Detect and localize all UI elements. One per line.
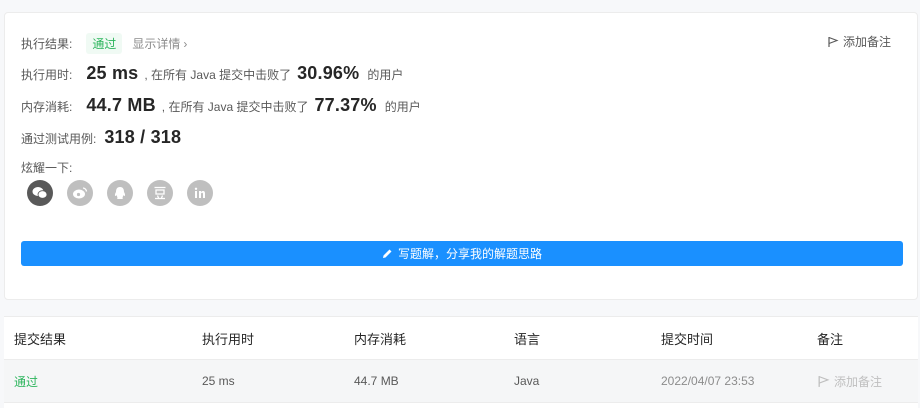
weibo-icon[interactable]	[67, 180, 93, 206]
add-note-label: 添加备注	[842, 35, 891, 49]
linkedin-icon[interactable]	[187, 180, 213, 206]
status-badge: 通过	[86, 33, 123, 54]
memory-beat-text: , 在所有 Java 提交中击败了	[161, 100, 309, 114]
runtime-value: 25 ms	[86, 63, 139, 83]
header-time: 提交时间	[661, 331, 714, 347]
runtime-label: 执行用时:	[21, 68, 73, 82]
pencil-icon	[382, 249, 392, 258]
wechat-icon[interactable]	[27, 180, 53, 206]
flag-icon	[818, 375, 830, 387]
result-row: 执行结果: 通过 显示详情 ›	[21, 33, 187, 54]
table-row[interactable]: 通过 25 ms 44.7 MB Java 2022/04/07 23:53 添…	[4, 359, 918, 403]
header-note: 备注	[817, 331, 844, 347]
flag-icon	[828, 36, 839, 47]
header-language: 语言	[514, 331, 541, 347]
row-language: Java	[514, 374, 540, 388]
show-details-label: 显示详情	[132, 37, 181, 51]
share-label: 炫耀一下:	[21, 161, 73, 175]
header-memory: 内存消耗	[354, 331, 407, 347]
write-solution-button[interactable]: 写题解，分享我的解题思路	[21, 241, 903, 266]
memory-label: 内存消耗:	[21, 100, 73, 114]
runtime-percent: 30.96%	[297, 63, 360, 83]
runtime-beat-text: , 在所有 Java 提交中击败了	[144, 68, 292, 82]
memory-value: 44.7 MB	[86, 95, 156, 115]
result-label: 执行结果:	[21, 37, 73, 51]
chevron-right-icon: ›	[183, 36, 188, 51]
write-solution-label: 写题解，分享我的解题思路	[397, 247, 542, 261]
row-add-note-button[interactable]: 添加备注	[817, 360, 882, 402]
show-details-link[interactable]: 显示详情 ›	[132, 35, 187, 52]
header-result: 提交结果	[14, 331, 67, 347]
row-add-note-label: 添加备注	[834, 374, 883, 389]
row-time: 2022/04/07 23:53	[661, 374, 755, 388]
share-row-label: 炫耀一下:	[21, 159, 72, 176]
tests-row: 通过测试用例: 318 / 318	[21, 127, 181, 148]
douban-icon[interactable]	[147, 180, 173, 206]
row-memory: 44.7 MB	[354, 374, 399, 388]
row-result-link[interactable]: 通过	[14, 360, 38, 402]
memory-percent: 77.37%	[314, 95, 377, 115]
share-icons	[27, 180, 213, 206]
memory-suffix: 的用户	[384, 100, 421, 114]
row-runtime: 25 ms	[202, 374, 235, 388]
runtime-row: 执行用时: 25 ms , 在所有 Java 提交中击败了 30.96% 的用户	[21, 63, 403, 84]
add-note-button[interactable]: 添加备注	[827, 33, 891, 50]
memory-row: 内存消耗: 44.7 MB , 在所有 Java 提交中击败了 77.37% 的…	[21, 95, 421, 116]
result-card: 执行结果: 通过 显示详情 › 添加备注 执行用时: 25 ms , 在所有 J…	[4, 12, 918, 300]
runtime-suffix: 的用户	[367, 68, 404, 82]
submissions-table: 提交结果 执行用时 内存消耗 语言 提交时间 备注 通过 25 ms 44.7 …	[4, 316, 918, 408]
header-runtime: 执行用时	[202, 331, 255, 347]
tests-label: 通过测试用例:	[21, 132, 97, 146]
table-header: 提交结果 执行用时 内存消耗 语言 提交时间 备注	[4, 317, 918, 359]
tests-value: 318 / 318	[104, 127, 182, 147]
qq-icon[interactable]	[107, 180, 133, 206]
